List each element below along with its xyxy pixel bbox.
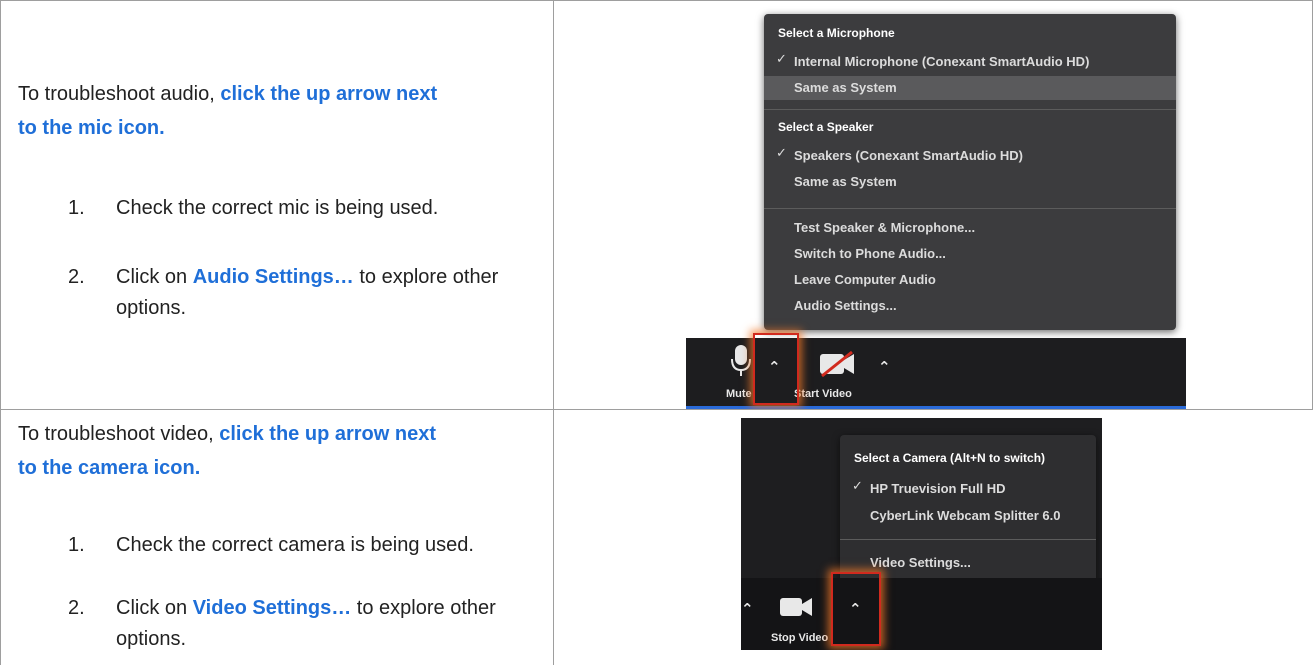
video-off-icon[interactable] [818, 350, 858, 378]
video-intro-text: To troubleshoot video, [18, 423, 220, 445]
audio-intro-text: To troubleshoot audio, [18, 83, 221, 105]
meeting-toolbar: ⌃ Stop Video ⌃ [741, 578, 1102, 650]
audio-menu-screenshot: Select a Microphone ✓ Internal Microphon… [686, 2, 1186, 409]
video-camera-icon[interactable] [779, 596, 815, 618]
menu-item-speakers[interactable]: Speakers (Conexant SmartAudio HD) [764, 144, 1176, 168]
menu-item-leave-computer-audio[interactable]: Leave Computer Audio [764, 268, 1176, 292]
video-step-2-pre: Click on [116, 597, 193, 619]
audio-step-2-number: 2. [68, 266, 85, 288]
menu-separator [840, 539, 1096, 540]
menu-item-cyberlink-webcam[interactable]: CyberLink Webcam Splitter 6.0 [840, 504, 1096, 528]
video-text-cell: To troubleshoot video, click the up arro… [0, 410, 553, 665]
video-intro: To troubleshoot video, click the up arro… [18, 417, 438, 485]
audio-step-2-text: Click on Audio Settings… to explore othe… [116, 262, 536, 324]
video-up-arrow-icon[interactable]: ⌃ [878, 358, 891, 376]
video-step-1-number: 1. [68, 534, 85, 556]
audio-dropdown-menu: Select a Microphone ✓ Internal Microphon… [764, 14, 1176, 330]
stop-video-label: Stop Video [771, 632, 829, 644]
mute-label: Mute [726, 388, 752, 400]
audio-step-1-number: 1. [68, 197, 85, 219]
instruction-table: To troubleshoot audio, click the up arro… [0, 0, 1313, 665]
menu-item-internal-microphone[interactable]: Internal Microphone (Conexant SmartAudio… [764, 50, 1176, 74]
menu-item-audio-settings[interactable]: Audio Settings... [764, 294, 1176, 318]
partial-caret-icon: ⌃ [741, 601, 754, 618]
microphone-section-header: Select a Microphone [778, 26, 895, 40]
toolbar-accent-line [686, 406, 1186, 409]
start-video-label: Start Video [794, 388, 852, 400]
audio-intro: To troubleshoot audio, click the up arro… [18, 77, 438, 145]
menu-item-test-speaker-mic[interactable]: Test Speaker & Microphone... [764, 216, 1176, 240]
video-step-1-text: Check the correct camera is being used. [116, 534, 474, 556]
video-step-2-text: Click on Video Settings… to explore othe… [116, 593, 536, 655]
speaker-section-header: Select a Speaker [778, 120, 874, 134]
video-settings-highlight: Video Settings… [192, 597, 352, 619]
menu-separator [764, 208, 1176, 209]
menu-item-speaker-same-as-system[interactable]: Same as System [764, 170, 1176, 194]
camera-arrow-highlight [831, 572, 881, 646]
video-step-2-number: 2. [68, 597, 85, 619]
audio-settings-highlight: Audio Settings… [192, 266, 354, 288]
audio-text-cell: To troubleshoot audio, click the up arro… [0, 0, 553, 409]
menu-item-hp-truevision[interactable]: HP Truevision Full HD [840, 477, 1096, 501]
audio-arrow-highlight [753, 333, 799, 405]
menu-separator [764, 109, 1176, 110]
microphone-icon[interactable] [730, 344, 752, 378]
table-column-divider [553, 0, 554, 665]
menu-item-mic-same-as-system[interactable]: Same as System [764, 76, 1176, 100]
video-dropdown-menu: Select a Camera (Alt+N to switch) ✓ HP T… [840, 435, 1096, 591]
audio-step-1-text: Check the correct mic is being used. [116, 197, 439, 219]
audio-step-2-pre: Click on [116, 266, 193, 288]
camera-section-header: Select a Camera (Alt+N to switch) [854, 451, 1046, 465]
menu-item-switch-phone-audio[interactable]: Switch to Phone Audio... [764, 242, 1176, 266]
video-menu-screenshot: Select a Camera (Alt+N to switch) ✓ HP T… [741, 418, 1102, 650]
